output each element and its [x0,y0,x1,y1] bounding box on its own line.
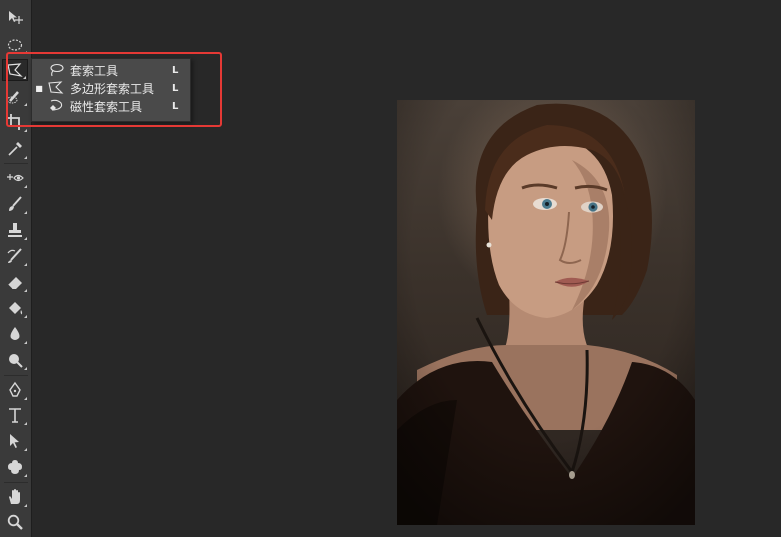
toolbar-divider [4,482,28,483]
type-tool-button[interactable] [2,404,28,426]
more-tools-indicator [24,448,27,451]
spot-healing-icon [7,174,24,182]
document-canvas[interactable] [397,100,695,525]
flyout-item-lasso[interactable]: 套索工具 L [32,61,190,79]
more-tools-indicator [24,263,27,266]
more-tools-indicator [24,156,27,159]
more-tools-indicator [24,51,27,54]
more-tools-indicator [24,103,27,106]
more-tools-indicator [24,422,27,425]
more-tools-indicator [23,76,26,79]
flyout-item-label: 多边形套索工具 [70,81,155,96]
pen-icon [9,381,21,397]
crop-tool-button[interactable] [2,111,28,133]
marquee-tool-button[interactable] [2,33,28,55]
more-tools-indicator [24,367,27,370]
hand-icon [9,489,20,504]
more-tools-indicator [24,341,27,344]
flyout-item-label: 套索工具 [70,63,119,78]
eraser-tool-button[interactable] [2,271,28,293]
stamp-icon [8,223,22,237]
toolbar-divider [4,375,28,376]
type-icon [9,408,21,423]
eraser-icon [7,277,22,290]
toolbar-divider [4,163,28,164]
quick-selection-icon [6,91,19,104]
brush-icon [9,196,22,211]
move-icon [9,11,23,24]
history-brush-icon [7,248,22,263]
zoom-tool-button[interactable] [2,511,28,533]
history-brush-tool-button[interactable] [2,245,28,267]
lasso-tools-flyout: 套索工具 L ■ 多边形套索工具 L 磁性套索工具 L [31,58,191,122]
tools-panel [0,0,32,537]
pen-tool-button[interactable] [2,379,28,401]
lasso-tool-button[interactable] [2,59,28,81]
polygonal-lasso-icon [7,63,23,77]
more-tools-indicator [24,315,27,318]
more-tools-indicator [24,504,27,507]
more-tools-indicator [24,211,27,214]
polygonal-lasso-icon [46,80,66,96]
path-selection-tool-button[interactable] [2,430,28,452]
more-tools-indicator [24,129,27,132]
blur-tool-button[interactable] [2,323,28,345]
brush-tool-button[interactable] [2,193,28,215]
more-tools-indicator [24,397,27,400]
flyout-item-magnetic-lasso[interactable]: 磁性套索工具 L [32,97,190,115]
more-tools-indicator [24,185,27,188]
shortcut-key: L [172,82,179,94]
eyedropper-icon [8,142,22,156]
flyout-item-polygonal-lasso[interactable]: ■ 多边形套索工具 L [32,79,190,97]
zoom-icon [7,514,23,530]
more-tools-indicator [24,474,27,477]
custom-shape-icon [8,460,22,474]
eyedropper-tool-button[interactable] [2,138,28,160]
portrait-photo [397,100,695,525]
selected-indicator: ■ [35,83,43,93]
crop-icon [7,114,23,130]
paint-bucket-icon [9,302,23,315]
dodge-tool-button[interactable] [2,349,28,371]
elliptical-marquee-icon [7,39,23,51]
clone-stamp-tool-button[interactable] [2,219,28,241]
spot-healing-tool-button[interactable] [2,167,28,189]
flyout-item-label: 磁性套索工具 [70,99,143,114]
lasso-icon [46,62,66,78]
dodge-icon [9,354,23,368]
magnetic-lasso-icon [46,98,66,114]
custom-shape-tool-button[interactable] [2,456,28,478]
more-tools-indicator [24,289,27,292]
quick-selection-tool-button[interactable] [2,85,28,107]
shortcut-key: L [172,100,179,112]
blur-drop-icon [10,327,20,340]
paint-bucket-tool-button[interactable] [2,297,28,319]
move-tool-button[interactable] [2,6,28,28]
hand-tool-button[interactable] [2,486,28,508]
shortcut-key: L [172,64,179,76]
more-tools-indicator [24,237,27,240]
path-selection-icon [10,434,19,448]
